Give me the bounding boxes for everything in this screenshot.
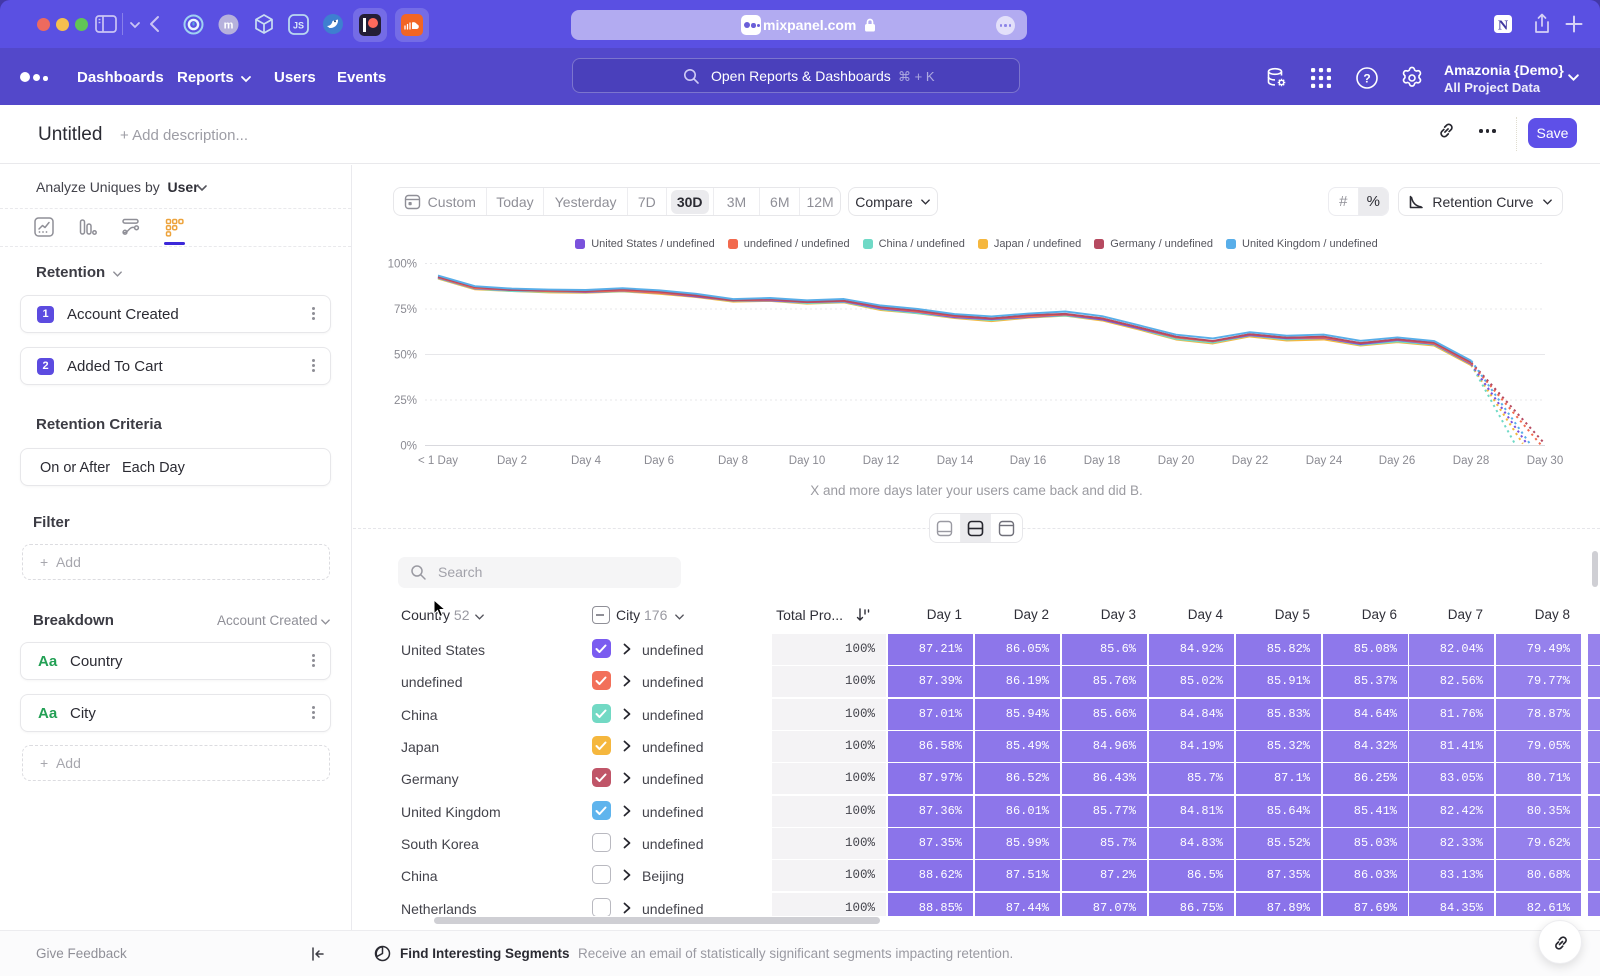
svg-text:0%: 0% — [400, 441, 417, 453]
svg-text:25%: 25% — [394, 395, 417, 407]
svg-text:75%: 75% — [394, 304, 417, 316]
svg-text:50%: 50% — [394, 350, 417, 362]
svg-text:N: N — [1498, 19, 1508, 34]
svg-text:100%: 100% — [388, 259, 417, 271]
svg-text:?: ? — [1363, 72, 1370, 86]
svg-text:JS: JS — [293, 21, 304, 31]
svg-text:m: m — [224, 20, 234, 32]
